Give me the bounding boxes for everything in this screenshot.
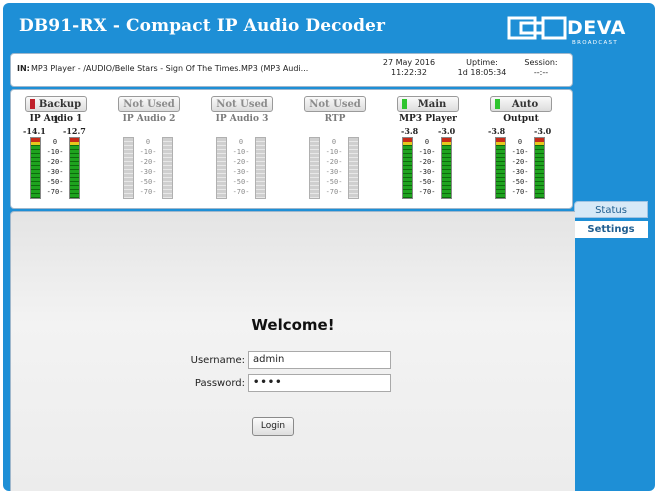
- not-used-button[interactable]: Not Used: [211, 96, 273, 112]
- password-input[interactable]: ••••: [248, 374, 391, 392]
- left-level: -14.1: [23, 126, 46, 136]
- uptime: Uptime: 1d 18:05:34: [452, 58, 512, 78]
- meter-scale: 0 -10- -20- -30- -50- -70-: [325, 138, 343, 196]
- status-led-icon: [495, 99, 500, 109]
- right-level: -3.0: [534, 126, 552, 136]
- password-label: Password:: [194, 378, 245, 389]
- session-value: --:--: [533, 68, 549, 77]
- left-meter: [30, 137, 41, 199]
- left-meter: [309, 137, 320, 199]
- app-frame: DB91-RX - Compact IP Audio Decoder DEVA …: [3, 3, 655, 491]
- username-input[interactable]: admin: [248, 351, 391, 369]
- side-tabs: Status Settings: [574, 53, 655, 491]
- status-led-icon: [30, 99, 35, 109]
- logo-subtext: BROADCAST: [572, 40, 618, 46]
- backup-1-button[interactable]: Backup 1: [25, 96, 87, 126]
- login-button[interactable]: Login: [252, 417, 294, 436]
- welcome-heading: Welcome!: [251, 316, 335, 334]
- meter-scale: 0 -10- -20- -30- -50- -70-: [139, 138, 157, 196]
- channel-ip-audio-3: Not Used IP Audio 3 0 -10- -20- -30- -50- -70…: [205, 94, 285, 206]
- channel-rtp: Not Used RTP 0 -10- -20- -30- -50- -70-: [298, 94, 378, 206]
- right-meter: [255, 137, 266, 199]
- tab-settings[interactable]: Settings: [574, 221, 648, 238]
- channel-name: RTP: [324, 114, 346, 124]
- left-meter: [123, 137, 134, 199]
- logo-text: DEVA: [567, 17, 626, 39]
- uptime-value: 1d 18:05:34: [457, 68, 507, 77]
- session: Session: --:--: [517, 58, 565, 78]
- right-level: -12.7: [63, 126, 86, 136]
- left-meter: [495, 137, 506, 199]
- uptime-label: Uptime:: [466, 58, 498, 67]
- channel-ip-audio-2: Not Used IP Audio 2 0 -10- -20- -30- -50- -70…: [112, 94, 192, 206]
- left-level: -3.8: [401, 126, 419, 136]
- date-value: 27 May 2016: [382, 58, 436, 67]
- tab-status[interactable]: Status: [574, 201, 648, 218]
- not-used-button[interactable]: Not Used: [304, 96, 366, 112]
- audio-meters-panel: Backup 1 IP Audio 1 -14.1 -12.7 0 -10- -20…: [10, 89, 573, 209]
- now-playing-text: MP3 Player - /AUDIO/Belle Stars - Sign O…: [31, 64, 309, 73]
- now-playing-bar: IN: MP3 Player - /AUDIO/Belle Stars - Si…: [10, 53, 573, 87]
- meter-scale: 0 -10- -20- -30- -50- -70-: [511, 138, 529, 196]
- not-used-button[interactable]: Not Used: [118, 96, 180, 112]
- right-meter: [534, 137, 545, 199]
- channel-ip-audio-1: Backup 1 IP Audio 1 -14.1 -12.7 0 -10- -20…: [19, 94, 99, 206]
- status-led-icon: [402, 99, 407, 109]
- left-level: -3.8: [488, 126, 506, 136]
- meter-scale: 0 -10- -20- -30- -50- -70-: [46, 138, 64, 196]
- meter-scale: 0 -10- -20- -30- -50- -70-: [418, 138, 436, 196]
- input-label: IN:: [17, 64, 30, 73]
- username-label: Username:: [190, 355, 245, 366]
- channel-output: Auto Output -3.8 -3.0 0 -10- -20- -30- -50- -…: [484, 94, 564, 206]
- title-bar: DB91-RX - Compact IP Audio Decoder DEVA …: [3, 3, 655, 49]
- main-button[interactable]: Main: [397, 96, 459, 112]
- date-time: 27 May 2016 11:22:32: [379, 58, 439, 78]
- channel-name: IP Audio 2: [122, 114, 176, 124]
- right-level: -3.0: [438, 126, 456, 136]
- channel-name: IP Audio 3: [215, 114, 269, 124]
- left-meter: [216, 137, 227, 199]
- channel-mp3-player: Main MP3 Player -3.8 -3.0 0 -10- -20- -30- -…: [391, 94, 471, 206]
- time-value: 11:22:32: [391, 68, 427, 77]
- right-meter: [69, 137, 80, 199]
- right-meter: [162, 137, 173, 199]
- channel-name: Output: [503, 114, 539, 124]
- right-meter: [348, 137, 359, 199]
- left-meter: [402, 137, 413, 199]
- right-meter: [441, 137, 452, 199]
- meter-scale: 0 -10- -20- -30- -50- -70-: [232, 138, 250, 196]
- login-panel: Welcome! Username: admin Password: •••• …: [10, 211, 575, 491]
- channel-name: MP3 Player: [399, 114, 457, 124]
- page-title: DB91-RX - Compact IP Audio Decoder: [19, 16, 386, 36]
- auto-button[interactable]: Auto: [490, 96, 552, 112]
- session-label: Session:: [524, 58, 558, 67]
- channel-name: IP Audio 1: [29, 114, 83, 124]
